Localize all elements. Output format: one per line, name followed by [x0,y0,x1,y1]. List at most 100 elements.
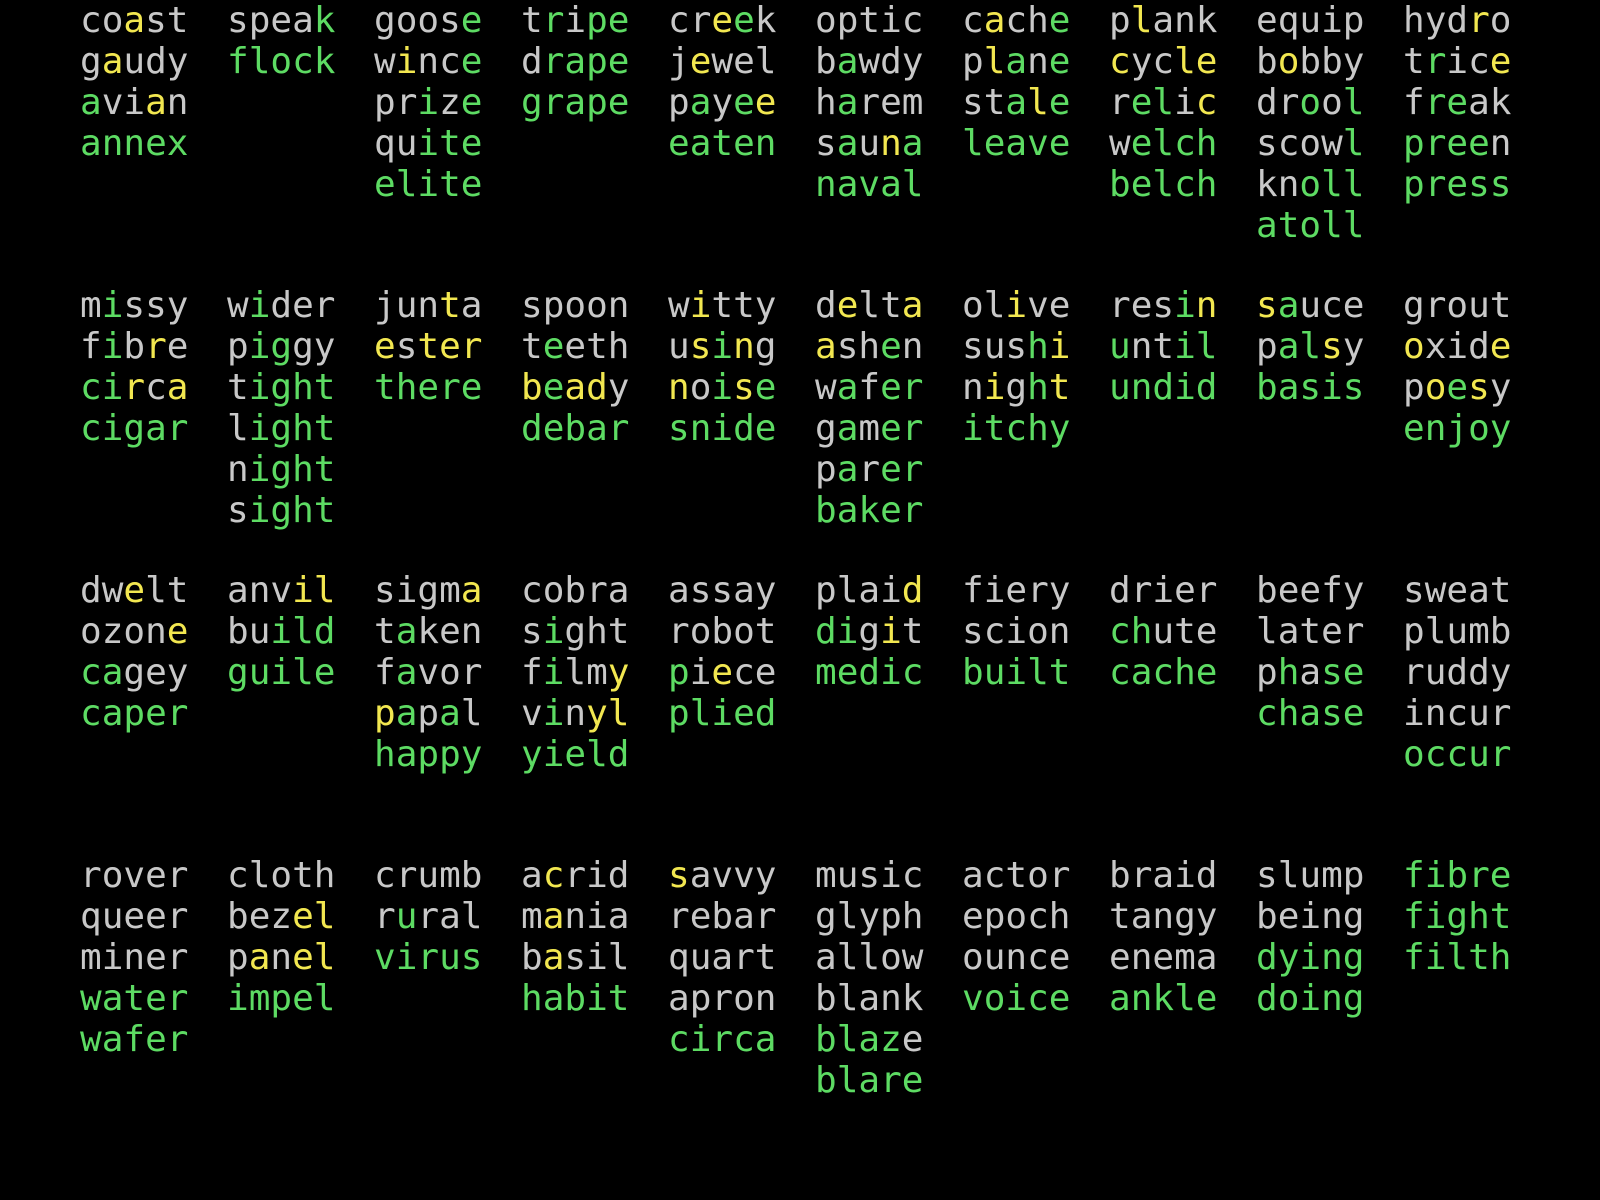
guess-word: vinyl [521,693,629,734]
letter-tile-n: t [1005,855,1028,896]
letter-tile-g: s [1489,164,1512,205]
letter-tile-g: x [166,123,189,164]
letter-tile-y: l [1027,82,1049,123]
guess-word: witty [668,285,776,326]
letter-tile-n: o [80,611,102,652]
guess-word: speak [227,0,335,41]
letter-tile-n: r [1130,855,1153,896]
word-block-4: rover queer miner water wafer cloth bezel panel… [0,855,1600,1140]
letter-tile-n: o [815,0,837,41]
letter-tile-g: l [1342,205,1365,246]
letter-tile-n: y [1130,41,1153,82]
letter-tile-g: a [836,41,859,82]
letter-tile-n: f [80,326,102,367]
letter-tile-y: a [145,82,167,123]
letter-tile-g: e [1446,123,1469,164]
letter-tile-y: e [754,82,777,123]
letter-tile-n: g [123,652,146,693]
letter-tile-g: i [1424,855,1447,896]
letter-tile-g: n [101,123,124,164]
letter-tile-n: y [858,896,881,937]
letter-tile-y: a [542,896,565,937]
guess-word: flock [227,41,335,82]
letter-tile-g: g [270,367,293,408]
letter-tile-y: n [1195,285,1218,326]
letter-tile-n: p [836,0,859,41]
guess-word: mania [521,896,629,937]
letter-tile-g: h [1130,611,1153,652]
letter-tile-y: r [145,326,167,367]
guess-word: basil [521,937,629,978]
letter-tile-n: n [1152,896,1175,937]
guess-word: rebar [668,896,776,937]
guess-word: preen [1403,123,1511,164]
guess-word: happy [374,734,482,775]
letter-tile-n: r [668,611,690,652]
letter-tile-y: l [983,41,1006,82]
guess-word: knoll [1256,164,1364,205]
letter-tile-n: p [1403,367,1425,408]
letter-tile-n: f [1403,82,1425,123]
word-column: assay robot piece plied [668,570,815,734]
letter-tile-g: d [754,693,777,734]
letter-tile-g: l [248,41,271,82]
word-column: music glyph allow blank blaze blare [815,855,962,1101]
letter-tile-g: r [1468,855,1490,896]
letter-tile-g: r [901,490,924,531]
letter-tile-y: t [417,326,440,367]
letter-tile-n: e [1109,937,1131,978]
guess-word: actor [962,855,1070,896]
letter-tile-g: r [1424,82,1447,123]
letter-tile-n: v [270,570,293,611]
letter-tile-n: d [815,285,837,326]
letter-tile-g: e [145,1019,167,1060]
letter-tile-y: e [1489,326,1512,367]
letter-tile-n: y [1342,326,1365,367]
letter-tile-g: d [607,734,630,775]
word-column: optic bawdy harem sauna naval [815,0,962,205]
letter-tile-g: i [1174,367,1196,408]
guess-word: using [668,326,776,367]
letter-tile-g: e [983,123,1006,164]
letter-tile-n: h [313,855,336,896]
letter-tile-n: b [815,978,837,1019]
guess-word: cache [962,0,1070,41]
letter-tile-g: y [1048,408,1071,449]
letter-tile-n: g [374,0,396,41]
letter-tile-n: o [1299,123,1322,164]
letter-tile-n: o [962,285,984,326]
letter-tile-n: r [1109,285,1131,326]
guess-word: cobra [521,570,629,611]
letter-tile-n: s [145,0,167,41]
letter-tile-g: y [460,734,483,775]
letter-tile-g: d [521,408,543,449]
letter-tile-n: q [1277,0,1300,41]
letter-tile-g: a [901,123,924,164]
letter-tile-y: b [521,367,543,408]
letter-tile-n: s [123,285,146,326]
letter-tile-g: l [1321,164,1343,205]
guess-word: braid [1109,855,1217,896]
letter-tile-g: n [815,164,837,205]
guess-word: sight [521,611,629,652]
letter-tile-y: i [880,611,902,652]
guess-word: annex [80,123,188,164]
letter-tile-n: g [1005,367,1028,408]
guess-word: grout [1403,285,1511,326]
letter-tile-n: v [711,855,734,896]
guess-word: piggy [227,326,335,367]
letter-tile-n: f [1321,570,1343,611]
guess-word: beefy [1256,570,1364,611]
letter-tile-g: u [983,652,1006,693]
letter-tile-g: o [1277,978,1300,1019]
letter-tile-n: b [1299,41,1322,82]
letter-tile-g: h [292,367,314,408]
letter-tile-y: e [292,896,314,937]
letter-tile-g: p [586,82,608,123]
guess-word: rover [80,855,188,896]
letter-tile-g: a [101,652,124,693]
guess-word: quart [668,937,776,978]
letter-tile-n: r [80,855,102,896]
letter-tile-y: o [1424,367,1447,408]
letter-tile-g: c [733,1019,755,1060]
